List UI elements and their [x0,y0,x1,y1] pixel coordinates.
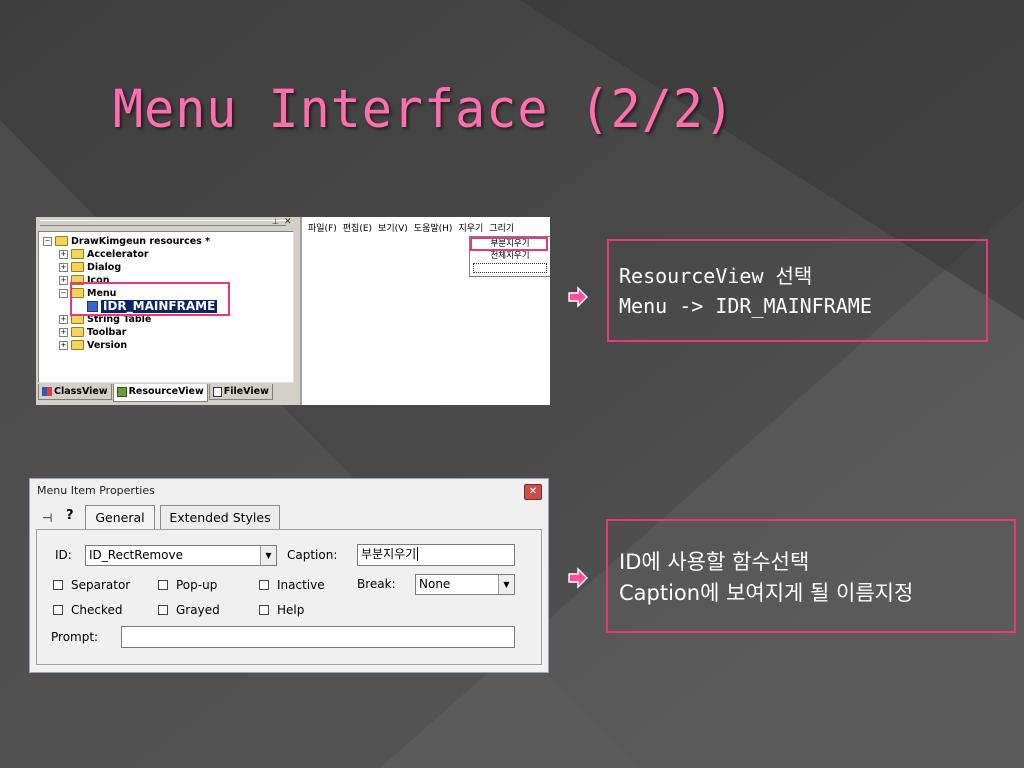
tree-root[interactable]: − DrawKimgeun resources * [43,235,210,248]
chevron-down-icon[interactable]: ▼ [498,575,514,594]
right-arrow-icon [568,567,588,589]
tree-item-accelerator[interactable]: + Accelerator [59,248,149,261]
note-line: ResourceView 선택 [619,264,813,288]
tree-item-version[interactable]: + Version [59,339,127,352]
chevron-down-icon[interactable]: ▼ [260,546,276,565]
tree-item-toolbar[interactable]: + Toolbar [59,326,126,339]
separator-checkbox[interactable] [53,580,63,590]
menu-file[interactable]: 파일(F) [308,224,337,234]
pin-icon[interactable]: ⊣ [42,511,52,525]
prompt-input[interactable] [121,626,515,648]
expand-icon[interactable]: + [59,341,68,350]
grayed-checkbox[interactable] [158,605,168,615]
folder-icon [55,235,68,246]
dialog-body: ID: ID_RectRemove ▼ Caption: 부분지우기 Separ… [36,529,542,665]
splitter[interactable] [300,217,302,405]
collapse-icon[interactable]: − [43,237,52,246]
classview-icon [42,387,52,396]
highlight-popup-item [470,237,548,251]
dialog-title: Menu Item Properties [37,484,155,497]
note-resourceview: ResourceView 선택 Menu -> IDR_MAINFRAME [607,239,988,342]
highlight-menu-box [70,282,230,316]
panel-grip[interactable] [40,220,286,226]
grayed-label: Grayed [176,603,220,617]
resource-view-screenshot: ⊥ ✕ − DrawKimgeun resources * + Accelerato… [36,217,550,405]
caption-input[interactable]: 부분지우기 [357,544,515,566]
break-select[interactable]: None ▼ [415,574,515,595]
help-label: Help [277,603,305,617]
expand-icon[interactable]: + [59,276,68,285]
view-tabs: ClassView ResourceView FileView [38,384,274,402]
close-icon[interactable]: ✕ [284,217,292,227]
collapse-icon[interactable]: − [59,289,68,298]
text-cursor [417,547,419,561]
checked-checkbox[interactable] [53,605,63,615]
break-value: None [419,577,451,591]
folder-icon [71,339,84,350]
dock-icon[interactable]: ⊥ [272,217,279,226]
checked-label: Checked [71,603,123,617]
menu-view[interactable]: 보기(V) [378,224,408,234]
menu-help[interactable]: 도움말(H) [414,224,453,234]
tab-classview[interactable]: ClassView [38,384,112,400]
expand-icon[interactable]: + [59,263,68,272]
note-caption: ID에 사용할 함수선택 Caption에 보여지게 될 이름지정 [606,519,1016,633]
id-label: ID: [55,548,72,562]
menu-item-properties-dialog: Menu Item Properties ✕ ⊣ ? General Exten… [29,478,549,673]
tab-resourceview[interactable]: ResourceView [112,384,208,402]
folder-icon [71,248,84,259]
note-line: Menu -> IDR_MAINFRAME [619,294,872,318]
expand-icon[interactable]: + [59,328,68,337]
inactive-label: Inactive [277,578,325,592]
caption-value: 부분지우기 [361,547,417,561]
popup-label: Pop-up [176,578,218,592]
close-icon[interactable]: ✕ [524,484,542,500]
note-line: Caption에 보여지게 될 이름지정 [619,581,914,605]
tree-item-dialog[interactable]: + Dialog [59,261,121,274]
popup-checkbox[interactable] [158,580,168,590]
menu-editor-bar: 파일(F) 편집(E) 보기(V) 도움말(H) 지우기 그리기 [308,221,520,234]
tab-general[interactable]: General [85,505,155,529]
menu-draw[interactable]: 그리기 [489,224,514,234]
fileview-icon [212,386,222,397]
expand-icon[interactable]: + [59,315,68,324]
menu-erase[interactable]: 지우기 [458,224,483,234]
right-arrow-icon [568,286,588,308]
inactive-checkbox[interactable] [259,580,269,590]
prompt-label: Prompt: [51,630,99,644]
menu-edit[interactable]: 편집(E) [343,224,372,234]
tab-extended-styles[interactable]: Extended Styles [160,505,280,529]
slide-title: Menu Interface (2/2) [113,78,736,140]
folder-icon [71,326,84,337]
note-line: ID에 사용할 함수선택 [619,550,810,574]
folder-icon [71,261,84,272]
id-value: ID_RectRemove [89,548,183,562]
help-checkbox[interactable] [259,605,269,615]
break-label: Break: [357,577,396,591]
separator-label: Separator [71,578,131,592]
id-combo[interactable]: ID_RectRemove ▼ [85,545,277,566]
caption-label: Caption: [287,548,338,562]
tab-fileview[interactable]: FileView [208,384,273,400]
popup-item-full-erase[interactable]: 전체지우기 [470,251,550,262]
resourceview-icon [116,386,127,397]
resource-view-panel: ⊥ ✕ − DrawKimgeun resources * + Accelerato… [36,217,300,405]
expand-icon[interactable]: + [59,250,68,259]
new-item-placeholder[interactable] [473,263,547,273]
help-icon[interactable]: ? [66,508,74,523]
